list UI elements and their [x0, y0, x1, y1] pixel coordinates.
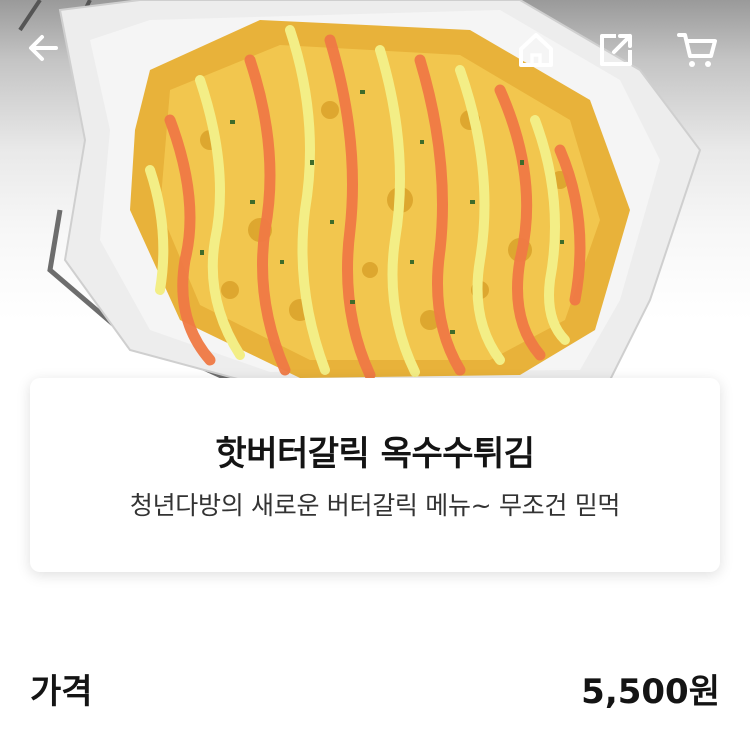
price-row: 가격 5,500원: [30, 664, 720, 714]
product-description: 청년다방의 새로운 버터갈릭 메뉴~ 무조건 믿먹: [129, 491, 621, 520]
product-image: [0, 0, 750, 400]
price-label: 가격: [30, 672, 93, 712]
back-button[interactable]: [26, 30, 74, 78]
top-app-bar: [0, 0, 750, 110]
price-value: 5,500원: [581, 672, 720, 712]
cart-button[interactable]: [676, 30, 724, 78]
home-icon: [519, 33, 553, 67]
cart-icon: [677, 33, 717, 67]
share-icon: [600, 34, 632, 66]
share-button[interactable]: [596, 30, 644, 78]
arrow-left-icon: [29, 35, 58, 61]
product-info-card: 핫버터갈릭 옥수수튀김 청년다방의 새로운 버터갈릭 메뉴~ 무조건 믿먹: [30, 378, 720, 572]
product-title: 핫버터갈릭 옥수수튀김: [215, 434, 535, 474]
home-button[interactable]: [516, 30, 564, 78]
